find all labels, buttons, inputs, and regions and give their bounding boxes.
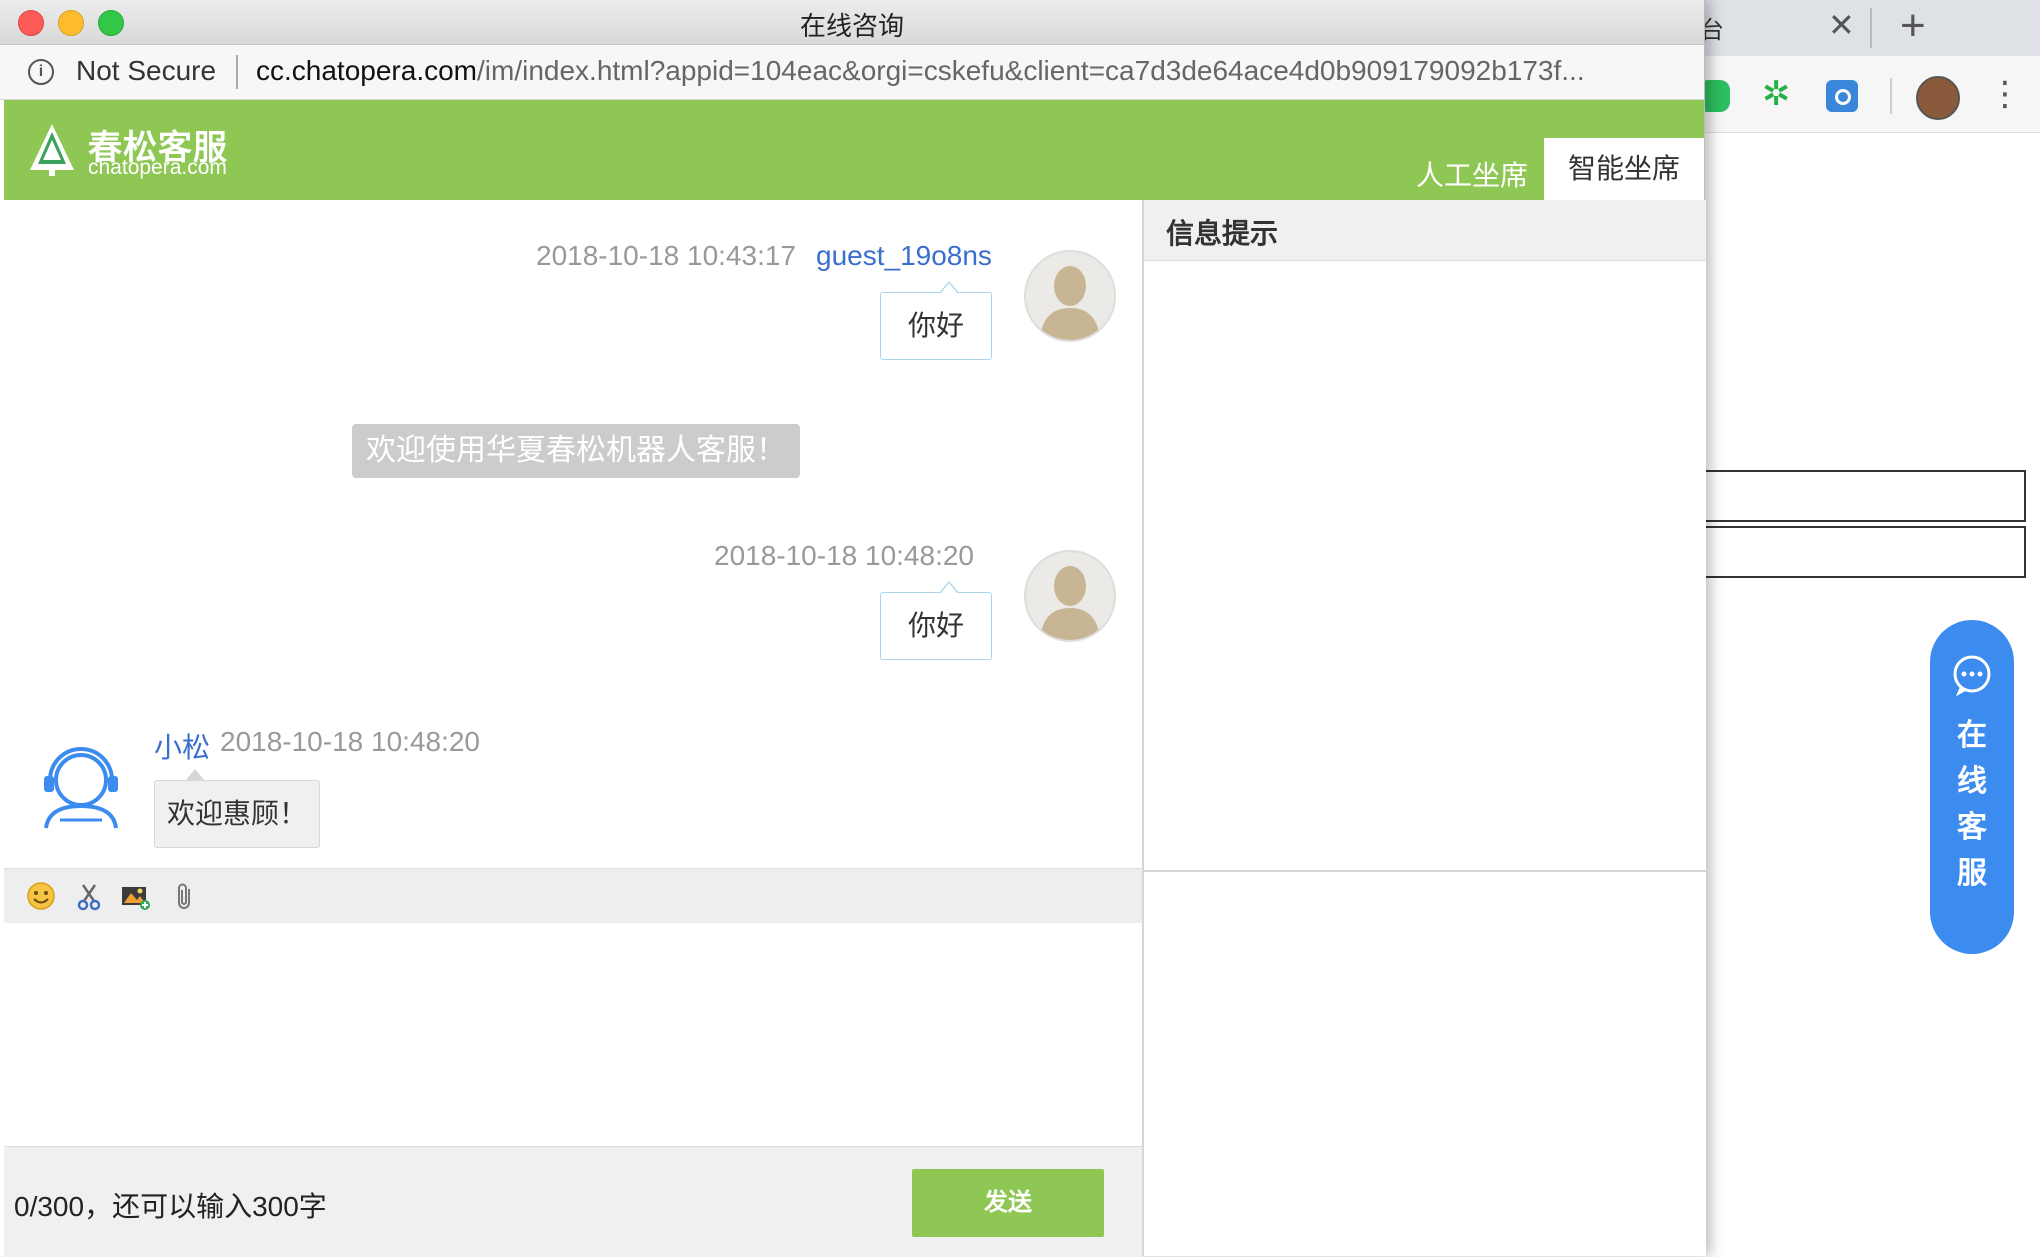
user-silhouette-icon <box>1040 566 1100 640</box>
message-timestamp: 2018-10-18 10:48:20 <box>714 540 974 571</box>
input-toolbar <box>4 868 1142 924</box>
tab-close-icon[interactable]: ✕ <box>1828 6 1855 44</box>
chat-popup-window: 在线咨询 i Not Secure cc.chatopera.com/im/in… <box>0 0 1706 1257</box>
url-text[interactable]: cc.chatopera.com/im/index.html?appid=104… <box>256 55 1676 87</box>
info-panel: 信息提示 <box>1142 200 1706 1256</box>
pine-tree-logo-icon <box>30 124 74 176</box>
message-input[interactable] <box>4 923 1146 1149</box>
address-bar[interactable]: i Not Secure cc.chatopera.com/im/index.h… <box>0 45 1704 100</box>
character-counter: 0/300，还可以输入300字 <box>14 1191 327 1222</box>
background-input-field[interactable] <box>1700 470 2026 522</box>
new-tab-icon[interactable]: + <box>1900 0 1926 52</box>
profile-avatar[interactable] <box>1916 76 1960 120</box>
system-message: 欢迎使用华夏春松机器人客服！ <box>352 424 800 478</box>
attachment-icon[interactable] <box>170 881 200 911</box>
online-service-label: 在 线 客 服 <box>1957 719 1987 890</box>
send-button[interactable]: 发送 <box>912 1169 1104 1237</box>
blue-extension-icon[interactable] <box>1826 80 1858 112</box>
chat-bubble-icon <box>1953 655 1991 696</box>
bot-headset-avatar-icon <box>44 747 118 829</box>
tab-smart-agent[interactable]: 智能坐席 <box>1544 138 1704 200</box>
info-icon[interactable]: i <box>28 59 54 85</box>
chat-message-list[interactable]: 2018-10-18 10:43:17 guest_19o8ns 你好 欢迎使用… <box>4 200 1142 868</box>
message-sender-name: guest_19o8ns <box>816 240 992 271</box>
tab-human-agent[interactable]: 人工坐席 <box>1410 152 1534 200</box>
emoji-icon[interactable] <box>26 881 56 911</box>
brand-domain: chatopera.com <box>88 156 227 179</box>
star-extension-icon[interactable]: ✲ <box>1762 74 1794 113</box>
url-host: cc.chatopera.com <box>256 55 477 86</box>
info-panel-title: 信息提示 <box>1166 218 1279 249</box>
address-separator <box>236 55 238 89</box>
online-service-button[interactable]: 在 线 客 服 <box>1930 620 2014 954</box>
user-avatar <box>1024 550 1116 642</box>
message-timestamp: 2018-10-18 10:43:17 <box>536 240 796 271</box>
background-input-field[interactable] <box>1700 526 2026 578</box>
toolbar-separator <box>1890 78 1892 114</box>
image-upload-icon[interactable] <box>120 881 150 911</box>
info-panel-divider <box>1144 870 1706 872</box>
tab-separator <box>1870 8 1872 48</box>
security-label[interactable]: Not Secure <box>76 55 216 87</box>
user-silhouette-icon <box>1040 266 1100 340</box>
window-title: 在线咨询 <box>799 11 904 41</box>
info-panel-header: 信息提示 <box>1144 200 1706 261</box>
url-path: /im/index.html?appid=104eac&orgi=cskefu&… <box>477 55 1585 86</box>
browser-menu-icon[interactable]: ⋮ <box>1988 72 2022 116</box>
scissors-icon[interactable] <box>74 881 104 911</box>
bot-name: 小松 <box>154 732 211 763</box>
user-message-bubble: 你好 <box>880 281 992 360</box>
message-timestamp: 2018-10-18 10:48:20 <box>220 726 480 757</box>
bot-message-bubble: 欢迎惠顾！ <box>154 769 321 848</box>
user-avatar <box>1024 250 1116 342</box>
window-titlebar: 在线咨询 <box>0 0 1704 45</box>
composer-footer: 0/300，还可以输入300字 发送 <box>4 1146 1142 1257</box>
app-header: 春松客服 chatopera.com 人工坐席 智能坐席 <box>4 100 1704 200</box>
user-message-bubble: 你好 <box>880 581 992 660</box>
